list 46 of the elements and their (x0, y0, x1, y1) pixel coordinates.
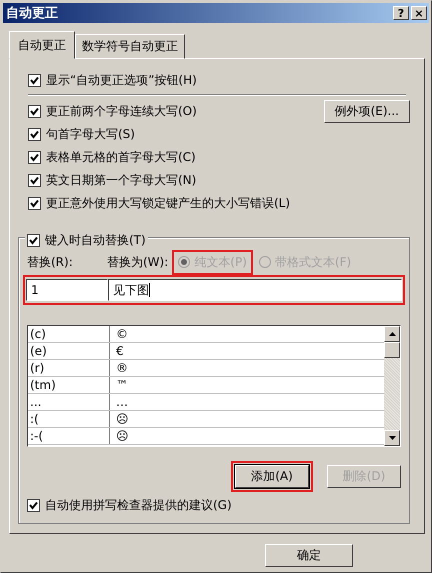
scroll-thumb[interactable] (384, 342, 400, 358)
table-cell[interactable]: ☹ (110, 428, 384, 444)
table-cell[interactable]: € (110, 343, 384, 359)
tab[interactable]: 自动更正 (9, 31, 75, 59)
table-cell[interactable]: (tm) (28, 377, 110, 393)
checkbox-label: 表格单元格的首字母大写(C) (46, 149, 196, 166)
checkbox-label: 键入时自动替换(T) (45, 232, 146, 249)
checkbox[interactable] (27, 234, 40, 247)
table-cell[interactable]: (e) (28, 343, 110, 359)
table-cell[interactable]: :( (28, 411, 110, 427)
checkbox-label: 更正意外使用大写锁定键产生的大小写错误(L) (46, 195, 290, 212)
add-button[interactable]: 添加(A) (235, 465, 309, 488)
table-cell[interactable]: (r) (28, 360, 110, 376)
checkbox-label: 自动使用拼写检查器提供的建议(G) (45, 497, 232, 514)
checkbox[interactable] (28, 174, 41, 187)
replace-field[interactable]: 1 (26, 279, 108, 301)
close-button[interactable]: × (411, 6, 427, 20)
checkbox-label: 英文日期第一个字母大写(N) (46, 172, 196, 189)
window-title: 自动更正 (6, 5, 59, 22)
table-cell[interactable]: :-( (28, 428, 110, 444)
table-cell[interactable]: ™ (110, 377, 384, 393)
checkbox[interactable] (28, 105, 41, 118)
checkbox-label: 更正前两个字母连续大写(O) (46, 103, 197, 120)
table-cell[interactable]: ... (28, 394, 110, 410)
table-cell[interactable]: … (110, 394, 384, 410)
replace-label: 替换(R): (27, 254, 74, 270)
checkbox[interactable] (28, 74, 41, 87)
table-cell[interactable]: (c) (28, 326, 110, 342)
checkbox[interactable] (27, 499, 40, 512)
checkbox-label: 句首字母大写(S) (46, 126, 135, 143)
scrollbar[interactable] (384, 326, 400, 446)
table-cell[interactable]: ® (110, 360, 384, 376)
replace-with-label: 替换为(W): (107, 254, 168, 270)
checkbox-label: 显示“自动更正选项”按钮(H) (46, 72, 197, 89)
checkbox[interactable] (28, 128, 41, 141)
checkbox[interactable] (28, 151, 41, 164)
help-button[interactable]: ? (393, 6, 409, 20)
replace-with-field[interactable]: 见下图 (108, 279, 402, 301)
ok-button[interactable]: 确定 (265, 544, 353, 567)
exceptions-button[interactable]: 例外项(E)... (324, 100, 410, 123)
table-cell[interactable]: ☹ (110, 411, 384, 427)
scroll-up-icon[interactable] (384, 326, 400, 342)
table-cell[interactable]: © (110, 326, 384, 342)
scroll-down-icon[interactable] (384, 430, 400, 446)
tab[interactable]: 数学符号自动更正 (75, 34, 185, 59)
checkbox[interactable] (28, 197, 41, 210)
